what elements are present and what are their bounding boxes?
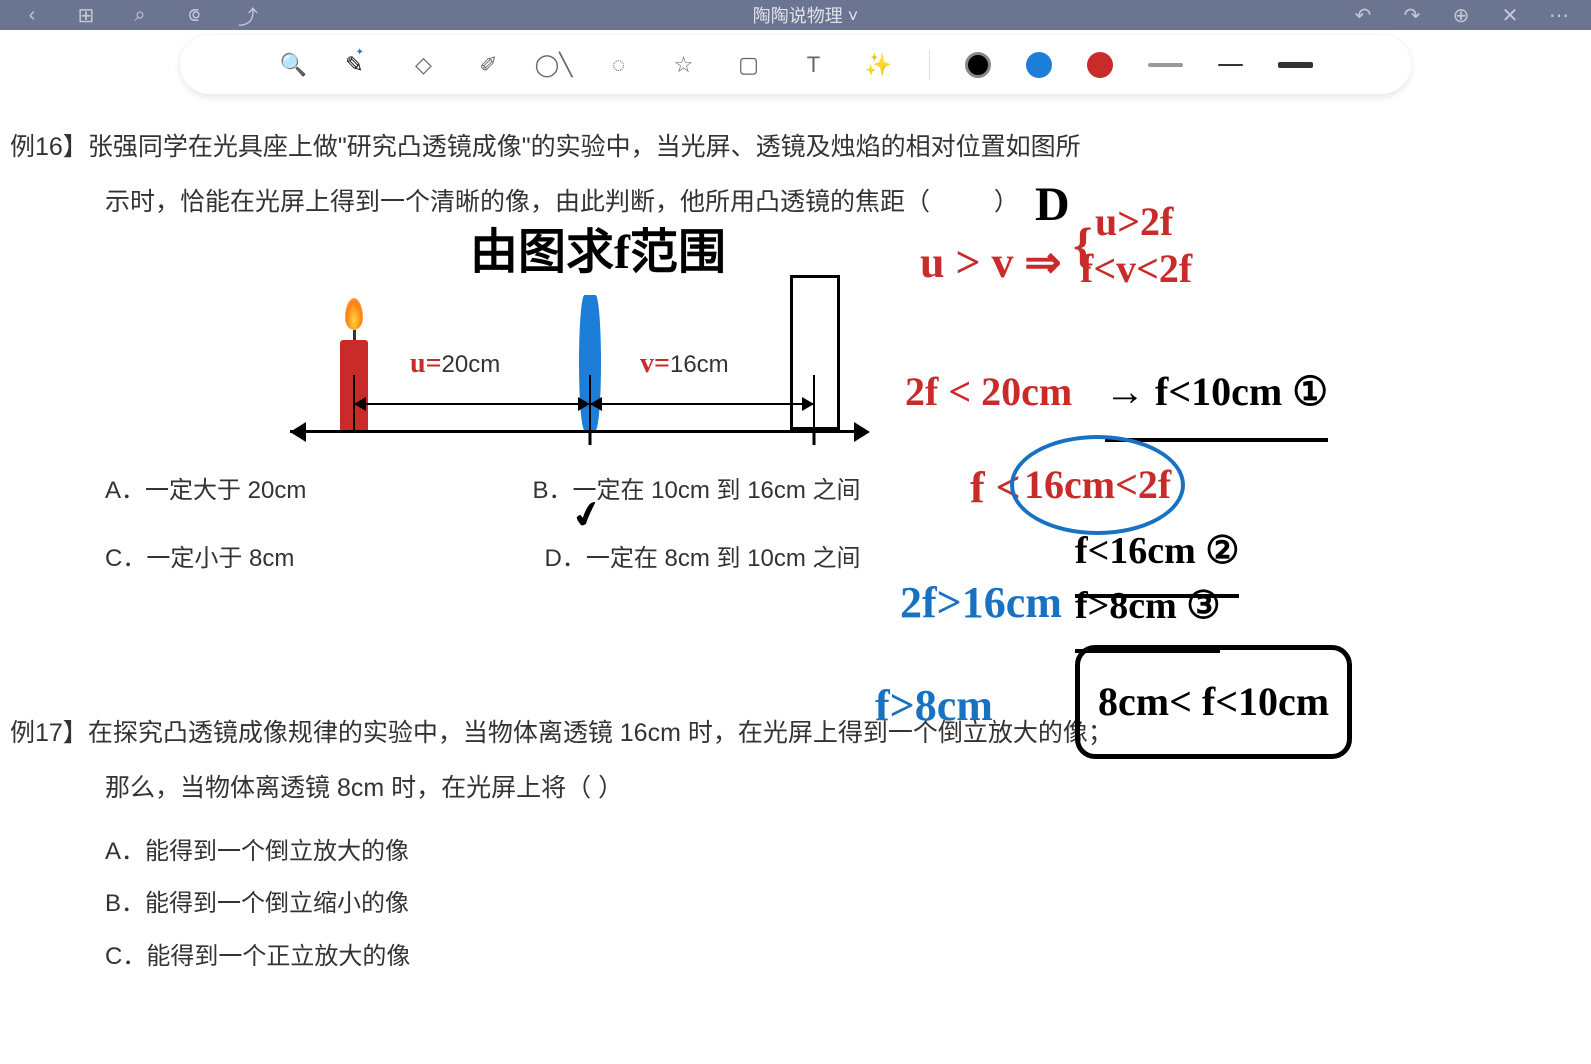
lasso-tool-icon[interactable]: ◌ — [604, 50, 634, 80]
u-value: 20cm — [442, 351, 501, 378]
brush-thick[interactable] — [1278, 62, 1313, 68]
brush-thin[interactable] — [1218, 64, 1243, 66]
toolbar-separator — [929, 50, 930, 80]
image-tool-icon[interactable]: ▢ — [734, 50, 764, 80]
zoom-tool-icon[interactable]: 🔍 — [279, 50, 309, 80]
text-tool-icon[interactable]: T — [799, 50, 829, 80]
color-red[interactable] — [1087, 52, 1113, 78]
problem-16: 例16】张强同学在光具座上做"研究凸透镜成像"的实验中，当光屏、透镜及烛焰的相对… — [10, 120, 1581, 586]
close-icon[interactable]: ✕ — [1498, 3, 1522, 27]
hand-f-gt-8: f>8cm — [875, 658, 993, 755]
hand-v-prefix: v= — [640, 348, 670, 379]
eraser-tool-icon[interactable]: ◇ — [409, 50, 439, 80]
document-title[interactable]: 陶陶说物理 ˅ — [753, 2, 859, 28]
dimension-v — [590, 403, 814, 405]
screen-icon — [790, 275, 840, 430]
header-left-controls: ‹ ⊞ ⌕ ⟃ ⤴ — [20, 3, 260, 27]
bookmark-icon[interactable]: ⟃ — [182, 3, 206, 27]
problem-16-options: A．一定大于 20cm B．一定在 10cm 到 16cm 之间 C．一定小于 … — [10, 465, 960, 586]
grid-icon[interactable]: ⊞ — [74, 3, 98, 27]
color-black[interactable] — [965, 52, 991, 78]
app-header: ‹ ⊞ ⌕ ⟃ ⤴ 陶陶说物理 ˅ ↶ ↷ ⊕ ✕ ⋯ — [0, 0, 1591, 30]
optical-bench — [290, 430, 860, 433]
drawing-toolbar: 🔍 ✎✦ ◇ ✐ ◯╲ ◌ ☆ ▢ T ✨ — [180, 35, 1411, 95]
problem-16-line3: ） — [994, 188, 1019, 216]
problem-16-label: 例16】 — [10, 133, 88, 161]
problem-16-line1: 张强同学在光具座上做"研究凸透镜成像"的实验中，当光屏、透镜及烛焰的相对位置如图… — [88, 133, 1081, 161]
option-17-c: C．能得到一个正立放大的像 — [105, 931, 1581, 984]
problem-17-label: 例17】 — [10, 719, 88, 747]
undo-icon[interactable]: ↶ — [1351, 3, 1375, 27]
search-icon[interactable]: ⌕ — [128, 3, 152, 27]
hand-final-box: 8cm< f<10cm — [1075, 645, 1352, 759]
add-icon[interactable]: ⊕ — [1449, 3, 1473, 27]
hand-title: 由图求f范围 — [470, 200, 726, 306]
brush-medium[interactable] — [1148, 63, 1183, 67]
hand-2f-20: 2f < 20cm — [905, 348, 1072, 436]
magic-tool-icon[interactable]: ✨ — [864, 50, 894, 80]
back-icon[interactable]: ‹ — [20, 3, 44, 27]
problem-17-line2: 那么，当物体离透镜 8cm 时，在光屏上将（ ） — [10, 761, 1581, 816]
color-blue[interactable] — [1026, 52, 1052, 78]
sticker-tool-icon[interactable]: ☆ — [669, 50, 699, 80]
hand-uv: u > v ⇒ — [920, 215, 1061, 312]
highlighter-tool-icon[interactable]: ✐ — [474, 50, 504, 80]
redo-icon[interactable]: ↷ — [1400, 3, 1424, 27]
option-17-b: B．能得到一个倒立缩小的像 — [105, 878, 1581, 931]
option-16-a: A．一定大于 20cm — [105, 465, 533, 518]
shape-line-tool-icon[interactable]: ◯╲ — [539, 50, 569, 80]
hand-brace: { — [1073, 190, 1093, 300]
share-icon[interactable]: ⤴ — [236, 3, 260, 27]
page-content: 例16】张强同学在光具座上做"研究凸透镜成像"的实验中，当光屏、透镜及烛焰的相对… — [0, 100, 1591, 1064]
header-right-controls: ↶ ↷ ⊕ ✕ ⋯ — [1351, 3, 1571, 27]
hand-u-prefix: u= — [410, 348, 442, 379]
problem-17-options: A．能得到一个倒立放大的像 B．能得到一个倒立缩小的像 C．能得到一个正立放大的… — [10, 826, 1581, 984]
label-u: u=20cm — [410, 333, 500, 395]
option-16-c: C．一定小于 8cm — [105, 533, 533, 586]
label-v: v=16cm — [640, 333, 729, 395]
hand-f10: → f<10cm ① — [1105, 348, 1328, 442]
dimension-u — [354, 403, 590, 405]
hand-2f-16: 2f>16cm — [900, 555, 1062, 652]
pen-tool-icon[interactable]: ✎✦ — [344, 50, 374, 80]
problem-16-text: 例16】张强同学在光具座上做"研究凸透镜成像"的实验中，当光屏、透镜及烛焰的相对… — [10, 120, 1581, 230]
v-value: 16cm — [670, 351, 729, 378]
hand-brace-bot: f<v<2f — [1080, 225, 1192, 313]
option-17-a: A．能得到一个倒立放大的像 — [105, 826, 1581, 879]
hand-f8: f>8cm ③ — [1075, 565, 1220, 653]
more-icon[interactable]: ⋯ — [1547, 3, 1571, 27]
